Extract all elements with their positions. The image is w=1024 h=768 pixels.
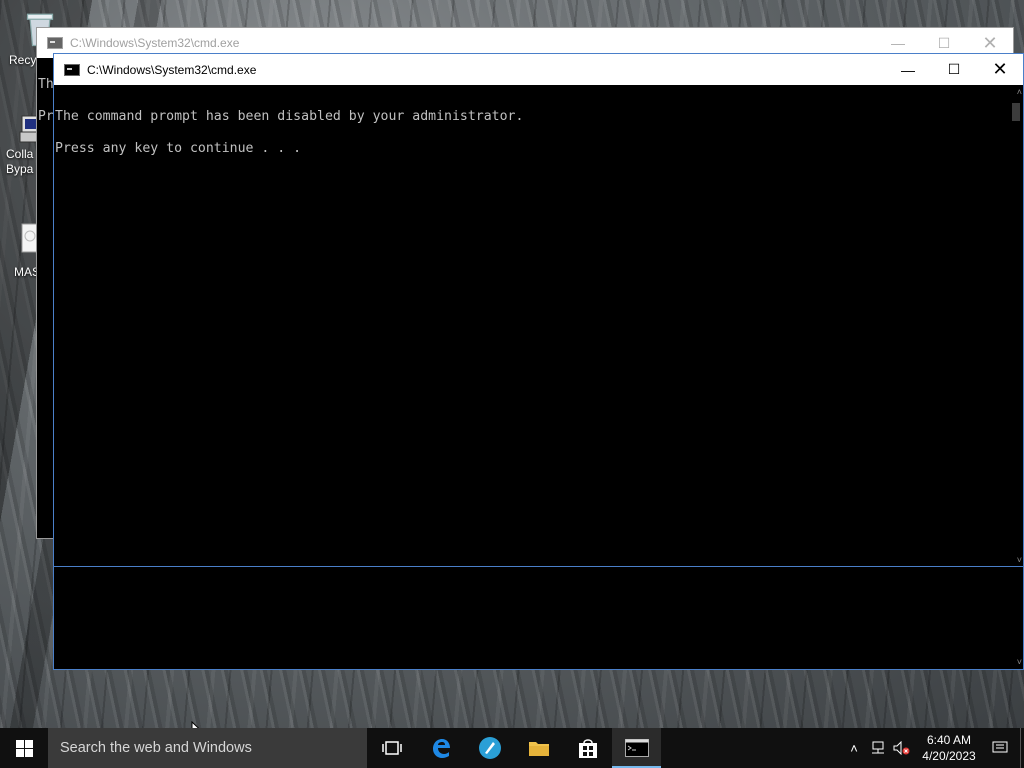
background-console-line: Th (38, 77, 54, 92)
task-view-icon (381, 741, 402, 755)
cmd-icon (624, 739, 649, 757)
edge-icon (432, 739, 450, 758)
maximize-icon[interactable]: ☐ (931, 54, 977, 85)
network-icon[interactable] (866, 728, 890, 768)
notifications-icon[interactable] (988, 728, 1012, 768)
volume-muted-icon[interactable] (890, 728, 914, 768)
taskbar: Search the web and Windows ˄ 6:40 AM 4/2… (0, 728, 1024, 768)
start-button[interactable] (0, 728, 48, 768)
file-explorer-icon (528, 742, 549, 756)
close-icon[interactable]: ✕ (977, 54, 1023, 85)
cmd-window-title: C:\Windows\System32\cmd.exe (87, 62, 257, 77)
clock-time: 6:40 AM (926, 733, 972, 747)
console-output[interactable]: The command prompt has been disabled by … (54, 85, 1009, 565)
file-explorer-button[interactable] (514, 728, 563, 768)
store-button[interactable] (563, 728, 612, 768)
cmd-taskbar-button[interactable] (612, 728, 661, 768)
scroll-down-icon[interactable]: ˅ (1017, 555, 1022, 565)
scroll-up-icon[interactable]: ˄ (1017, 87, 1022, 97)
scrollbar-thumb[interactable] (1012, 103, 1020, 121)
scroll-down-icon[interactable]: ˅ (1017, 657, 1022, 667)
windows-logo-icon (15, 739, 33, 757)
show-desktop-button[interactable] (1020, 728, 1024, 768)
background-console-line: Pr (38, 109, 54, 124)
background-window-title: C:\Windows\System32\cmd.exe (70, 36, 240, 50)
search-input[interactable]: Search the web and Windows (48, 728, 367, 768)
task-view-button[interactable] (367, 728, 416, 768)
desktop-icon-label: Colla Bypa (6, 147, 34, 176)
system-tray: ˄ 6:40 AM 4/20/2023 (842, 728, 1024, 768)
clock-date: 4/20/2023 (922, 749, 976, 763)
minimize-icon[interactable]: — (885, 54, 931, 85)
edge-button[interactable] (416, 728, 465, 768)
store-icon (578, 739, 597, 758)
console-line: The command prompt has been disabled by … (55, 109, 524, 124)
cmd-window-controls: — ☐ ✕ (885, 54, 1023, 85)
chevron-up-icon[interactable]: ˄ (842, 728, 866, 768)
app-icon (478, 737, 501, 759)
system-clock[interactable]: 6:40 AM 4/20/2023 (914, 732, 984, 764)
cmd-window-icon (64, 63, 80, 76)
pinned-app-button[interactable] (465, 728, 514, 768)
console-scrollbar[interactable]: ˄ ˅ (1009, 85, 1023, 567)
cmd-window-icon (47, 37, 63, 49)
console-line: Press any key to continue . . . (55, 141, 302, 156)
search-placeholder: Search the web and Windows (60, 740, 252, 756)
cmd-window[interactable]: C:\Windows\System32\cmd.exe — ☐ ✕ The co… (53, 53, 1024, 670)
cmd-window-titlebar[interactable]: C:\Windows\System32\cmd.exe — ☐ ✕ (54, 54, 1023, 85)
console-lower-pane (54, 567, 1009, 669)
